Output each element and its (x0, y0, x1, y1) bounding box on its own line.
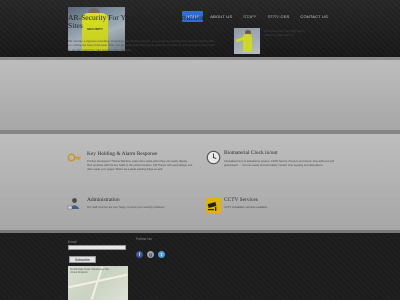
testimonial-text: We have more than 500 happy Clients to d… (264, 29, 305, 38)
service-text-cctv: CCTV Installation services available. (224, 206, 268, 209)
cctv-icon (206, 198, 221, 213)
map-address: Southbridge Road, Manchester M2, United … (70, 268, 110, 275)
location-map[interactable]: Southbridge Road, Manchester M2, United … (68, 266, 128, 300)
service-text-administration: Our staff member are very happy to serve… (87, 206, 166, 209)
testimonial-photo (234, 28, 260, 54)
intro-band (0, 60, 400, 130)
email-label: Email (68, 240, 77, 244)
service-title-key-holding: Key Holding & Alarm Response (87, 151, 158, 157)
service-title-cctv: CCTV Services (224, 197, 258, 203)
guard-vest (243, 34, 252, 52)
admin-icon (67, 196, 82, 211)
facebook-icon[interactable]: f (136, 251, 143, 258)
intro-title: AR-Security For Your Business/Constructi… (68, 13, 206, 31)
nav-contact-us[interactable]: CONTACT US (296, 11, 332, 22)
site-footer (0, 233, 400, 300)
main-content (0, 57, 400, 233)
key-icon (67, 150, 82, 165)
service-text-key-holding: Product Developers Thinner Bamboo make t… (87, 160, 193, 172)
service-text-clock: Centralised time & attendance system, CC… (224, 160, 334, 168)
service-title-administration: Administration (87, 197, 120, 203)
twitter-icon[interactable]: t (158, 251, 165, 258)
services-band (0, 134, 400, 230)
social-links: f g t (136, 251, 165, 258)
google-plus-icon[interactable]: g (147, 251, 154, 258)
follow-us-label: Follow Us (136, 237, 152, 241)
intro-text: We operate a rigorous recruiting, screen… (68, 39, 216, 52)
testimonial-title: Clients Testimonial (234, 15, 281, 21)
subscribe-button[interactable]: Subscribe (69, 256, 96, 263)
email-input[interactable] (68, 245, 126, 250)
clock-icon (206, 150, 221, 165)
service-title-clock: Biomaterial Clock in/out (224, 150, 278, 156)
